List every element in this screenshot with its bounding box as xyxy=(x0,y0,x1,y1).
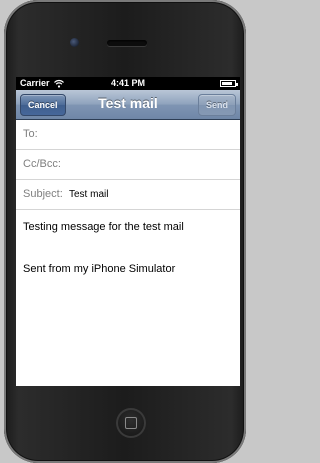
signature-text: Sent from my iPhone Simulator xyxy=(23,263,176,275)
battery-level xyxy=(222,82,233,85)
subject-field[interactable]: Subject: Test mail xyxy=(16,180,240,210)
camera-icon xyxy=(70,38,79,47)
message-text: Testing message for the test mail xyxy=(23,221,184,233)
iphone-device-frame: Carrier 4:41 PM Cancel Test mail Send To… xyxy=(4,0,246,463)
to-label: To: xyxy=(23,128,38,140)
message-body[interactable]: Testing message for the test mail Sent f… xyxy=(16,210,240,286)
home-button-icon[interactable] xyxy=(116,408,146,438)
cc-bcc-field[interactable]: Cc/Bcc: xyxy=(16,150,240,180)
home-square-icon xyxy=(125,417,137,429)
status-time: 4:41 PM xyxy=(110,78,145,88)
to-field[interactable]: To: xyxy=(16,120,240,150)
status-bar: Carrier 4:41 PM xyxy=(16,77,240,90)
subject-value[interactable]: Test mail xyxy=(69,189,108,200)
battery-icon xyxy=(220,80,238,87)
speaker-icon xyxy=(107,40,147,46)
subject-label: Subject: xyxy=(23,188,63,200)
navigation-bar: Cancel Test mail Send xyxy=(16,90,240,120)
simulator-screen: Carrier 4:41 PM Cancel Test mail Send To… xyxy=(16,77,240,386)
cc-bcc-label: Cc/Bcc: xyxy=(23,158,61,170)
send-button[interactable]: Send xyxy=(197,94,236,116)
